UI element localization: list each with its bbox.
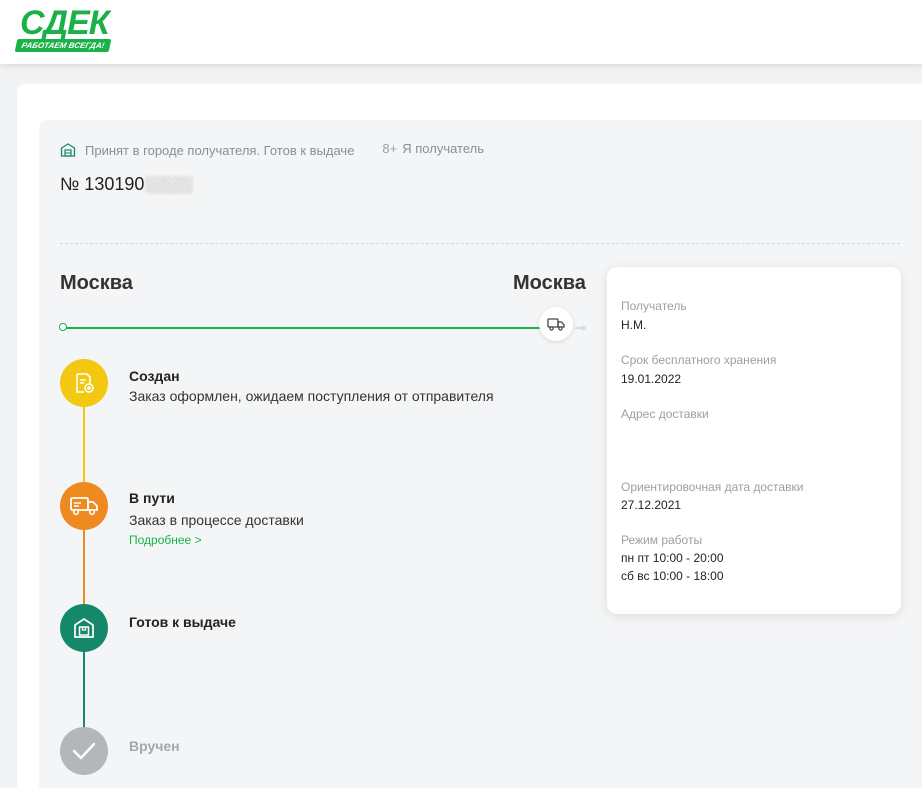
redacted-digits [145, 175, 194, 194]
route-end-dot [575, 326, 587, 330]
document-add-icon [76, 373, 94, 393]
route-truck-marker [539, 307, 573, 341]
delivery-date-value: 27.12.2021 [621, 498, 682, 512]
logo-wordmark: СДЕК [20, 4, 110, 42]
divider [60, 243, 900, 244]
truck-icon [70, 497, 98, 516]
hours-weekdays: пн пт 10:00 - 20:00 [621, 551, 724, 565]
add-person-icon: 8+ [382, 140, 398, 156]
step-in-transit-title: В пути [129, 490, 175, 506]
hours-label: Режим работы [621, 533, 703, 547]
step-created-icon-circle [60, 359, 108, 407]
details-link[interactable]: Подробнее > [129, 533, 202, 547]
origin-city: Москва [60, 272, 133, 294]
delivery-info-card: Получатель Н.М. Срок бесплатного хранени… [607, 267, 901, 614]
step-delivered-icon-circle [60, 727, 108, 775]
warehouse-icon [60, 143, 76, 157]
storage-label: Срок бесплатного хранения [621, 353, 777, 367]
step-in-transit-description: Заказ в процессе доставки [129, 512, 304, 528]
route-progress-line [64, 327, 542, 329]
recipient-link-label: Я получатель [402, 140, 485, 156]
address-label: Адрес доставки [621, 407, 709, 421]
step-created-title: Создан [129, 368, 180, 384]
recipient-label: Получатель [621, 299, 687, 313]
i-am-recipient-button[interactable]: 8+ Я получатель [382, 141, 484, 156]
destination-city: Москва [513, 272, 586, 294]
status-text: Принят в городе получателя. Готов к выда… [85, 142, 355, 158]
truck-icon [547, 318, 565, 331]
logo-slogan: РАБОТАЕМ ВСЕГДА! [14, 39, 112, 52]
timeline-segment-3 [83, 652, 85, 731]
delivery-date-label: Ориентировочная дата доставки [621, 480, 804, 494]
route-start-dot [59, 323, 67, 331]
recipient-value: Н.М. [621, 318, 647, 332]
step-in-transit-icon-circle [60, 482, 108, 530]
site-header: СДЕК РАБОТАЕМ ВСЕГДА! [0, 0, 922, 64]
timeline-segment-1 [83, 406, 85, 484]
step-ready-title: Готов к выдаче [129, 614, 236, 630]
storage-value: 19.01.2022 [621, 372, 682, 386]
timeline-segment-2 [83, 530, 85, 607]
step-ready-icon-circle [60, 604, 108, 652]
step-created-description: Заказ оформлен, ожидаем поступления от о… [129, 388, 494, 404]
cdek-logo[interactable]: СДЕК РАБОТАЕМ ВСЕГДА! [14, 6, 116, 54]
hours-weekend: сб вс 10:00 - 18:00 [621, 569, 724, 583]
order-number: № 130190 [60, 174, 194, 195]
step-delivered-title: Вручен [129, 738, 180, 754]
order-number-text: № 130190 [60, 174, 145, 194]
checkmark-icon [72, 742, 96, 760]
status-row: Принят в городе получателя. Готов к выда… [60, 141, 484, 159]
warehouse-box-icon [74, 617, 94, 638]
